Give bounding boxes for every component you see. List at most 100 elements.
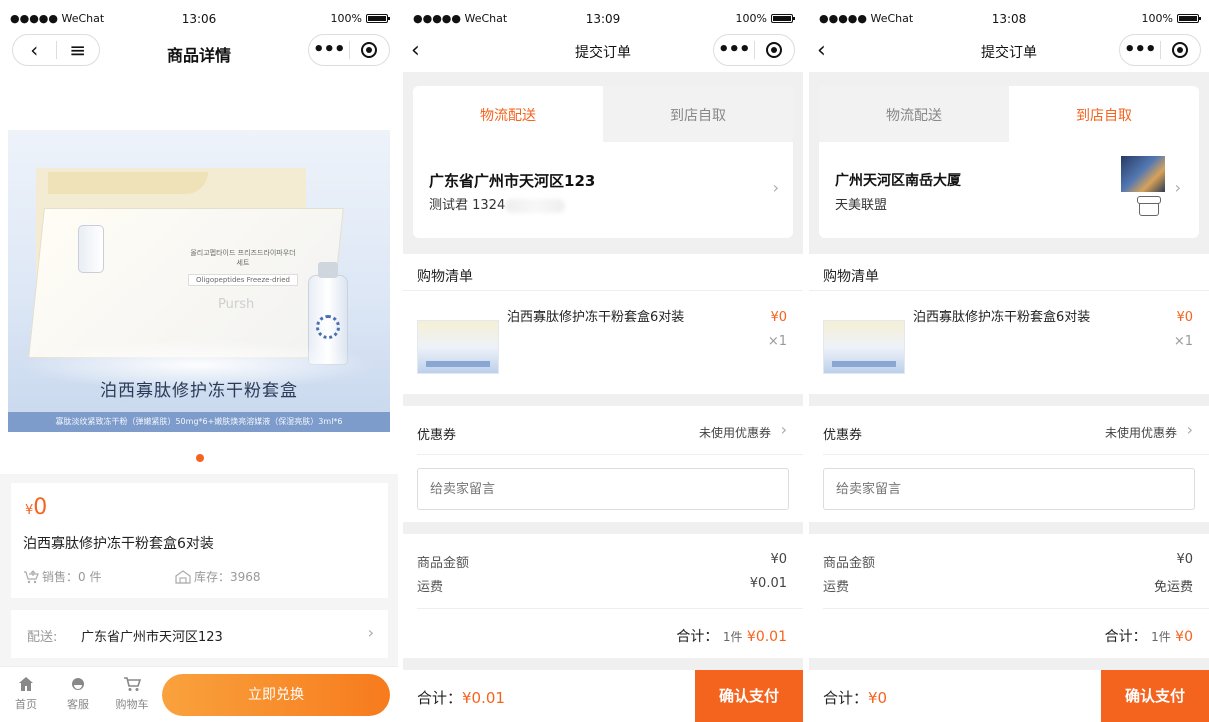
item-price: ¥0 [770,310,787,325]
carrier-signal: ●●●●● WeChat [819,12,914,25]
back-button[interactable]: ‹ [411,38,420,63]
price-card: ¥0 泊西寡肽修护冻干粉套盒6对装 销售：0 件 库存：3968 [11,483,388,598]
status-bar: ●●●●● WeChat 13:08 100% [809,0,1209,30]
tab-service[interactable]: 客服 [58,675,98,712]
back-button[interactable]: ‹ [13,38,56,62]
store-photo [1121,156,1165,192]
item-name: 泊西寡肽修护冻干粉套盒6对装 [507,310,685,325]
store-icon [1137,196,1161,216]
battery-icon [1177,14,1201,23]
shipping-row[interactable]: 配送: 广东省广州市天河区123 › [11,610,388,658]
payment-bar: 合计：¥0.01 确认支付 [403,670,803,722]
freight-amount: 免运费 [1153,580,1193,595]
confirm-pay-button[interactable]: 确认支付 [695,670,803,722]
item-thumbnail[interactable] [417,320,499,374]
back-button[interactable]: ‹ [817,38,826,63]
page-title: 提交订单 [981,45,1037,61]
item-quantity: ×1 [1173,334,1193,349]
target-icon [361,42,378,58]
bottom-tab-bar: 首页 客服 购物车 立即兑换 [0,666,398,722]
goods-amount: ¥0 [1176,552,1193,567]
store-address: 广州天河区南岳大厦 [835,173,961,189]
divider [823,454,1209,455]
delivery-method-card: 物流配送 到店自取 广州天河区南岳大厦 天美联盟 › [819,86,1199,238]
tab-cart[interactable]: 购物车 [112,675,152,712]
tab-home[interactable]: 首页 [6,675,46,712]
nav-bar: ‹ 提交订单 ••• [809,30,1209,72]
coupon-label: 优惠券 [417,428,457,443]
delivery-method-card: 到店自取 物流配送 广东省广州市天河区123 测试君 1324 › [413,86,793,238]
shipping-address: 广东省广州市天河区123 [81,630,223,645]
store-name: 天美联盟 [835,198,888,213]
carousel-indicator[interactable] [196,454,204,462]
nav-bar: ‹ 提交订单 ••• [403,30,803,72]
contact-info: 测试君 1324 [429,194,566,213]
battery-indicator: 100% [1142,12,1201,25]
tab-pickup[interactable]: 到店自取 [1009,86,1199,140]
product-image[interactable]: 올리고펩타이드 프리즈드라이파우더 세트 Oligopeptides Freez… [8,130,390,432]
tab-logistics[interactable]: 物流配送 [413,86,603,140]
goods-amount: ¥0 [770,552,787,567]
status-bar: ●●●●● WeChat 13:09 100% [403,0,803,30]
menu-icon[interactable]: ≡ [56,38,99,62]
item-name: 泊西寡肽修护冻干粉套盒6对装 [913,310,1091,325]
banner-title: 泊西寡肽修护冻干粉套盒 [100,381,298,401]
vial-logo [316,315,340,339]
product-price: ¥0 [25,495,48,520]
freight-label: 运费 [417,580,444,595]
divider [417,608,803,609]
stock-count: 库存：3968 [175,568,261,585]
close-miniprogram-button[interactable] [1160,42,1200,58]
page-title: 提交订单 [575,45,631,61]
product-name: 泊西寡肽修护冻干粉套盒6对装 [23,536,214,552]
more-button[interactable]: ••• [714,35,754,65]
carrier-signal: ●●●●● WeChat [413,12,508,25]
item-price: ¥0 [1176,310,1193,325]
chevron-right-icon: › [1174,178,1181,197]
delivery-address: 广东省广州市天河区123 [429,172,596,190]
payment-bar: 合计：¥0 确认支付 [809,670,1209,722]
nav-bar: ‹ ≡ 商品详情 ••• [0,30,398,72]
submit-order-pickup-screen: ●●●●● WeChat 13:08 100% ‹ 提交订单 ••• 物流配送 … [809,0,1209,722]
goods-amount-label: 商品金额 [823,556,876,571]
cart-icon [124,677,141,691]
seller-message-input[interactable] [417,468,789,510]
warehouse-icon [175,569,191,584]
more-button[interactable]: ••• [309,35,349,65]
pay-total: 合计：¥0.01 [417,689,505,707]
cart-section: 购物清单 泊西寡肽修护冻干粉套盒6对装 ¥0 ×1 [809,254,1209,394]
cart-section: 购物清单 泊西寡肽修护冻干粉套盒6对装 ¥0 ×1 [403,254,803,394]
close-miniprogram-button[interactable] [754,42,794,58]
miniprogram-capsule: ••• [1119,34,1201,66]
battery-indicator: 100% [736,12,795,25]
package-stripe [48,172,208,194]
chevron-right-icon: › [1186,420,1193,439]
divider [809,290,1209,291]
target-icon [766,42,783,58]
product-banner: 올리고펩타이드 프리즈드라이파우더 세트 Oligopeptides Freez… [0,72,398,474]
redeem-now-button[interactable]: 立即兑换 [162,674,390,716]
miniprogram-capsule: ••• [308,34,390,66]
sales-count: 销售：0 件 [23,568,101,585]
seller-message-input[interactable] [823,468,1195,510]
confirm-pay-button[interactable]: 确认支付 [1101,670,1209,722]
close-miniprogram-button[interactable] [349,42,389,58]
tab-pickup[interactable]: 到店自取 [603,86,793,142]
coupon-label: 优惠券 [823,428,863,443]
pay-total: 合计：¥0 [823,689,888,707]
tab-logistics[interactable]: 物流配送 [819,86,1009,142]
coupon-value: 未使用优惠券 [698,426,771,440]
cart-title: 购物清单 [823,269,879,285]
order-total: 合计： 1件 ¥0 [1104,629,1193,645]
order-total: 合计： 1件 ¥0.01 [676,629,787,645]
cart-title: 购物清单 [417,269,473,285]
more-button[interactable]: ••• [1120,35,1160,65]
divider [403,290,803,291]
battery-icon [771,14,795,23]
amount-section: 商品金额 ¥0 运费 免运费 合计： 1件 ¥0 [809,534,1209,658]
redacted-phone [505,198,566,213]
clock: 13:08 [991,12,1027,26]
chevron-right-icon: › [780,420,787,439]
coupon-value: 未使用优惠券 [1104,426,1177,440]
item-thumbnail[interactable] [823,320,905,374]
